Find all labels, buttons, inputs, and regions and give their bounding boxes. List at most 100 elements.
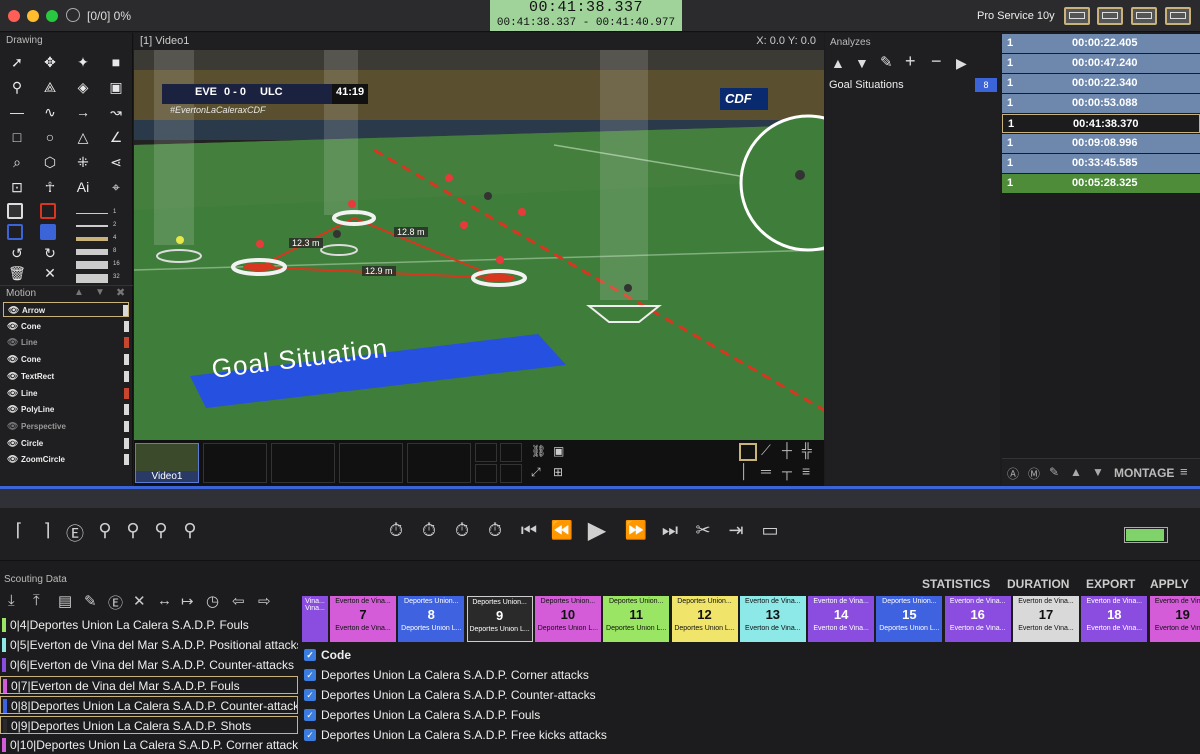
mark-in-icon[interactable]: ⌈ [6,520,32,541]
event-box-icon[interactable]: Ⓔ [108,592,123,613]
line-width-option[interactable] [76,236,108,242]
code-checkbox-row[interactable]: ✓ Deportes Union La Calera S.A.D.P. Fouls [304,705,540,725]
checkbox-icon[interactable]: ✓ [304,669,316,681]
clip-time-row[interactable]: 1 00:00:22.405 [1002,34,1200,53]
manual-icon[interactable]: Ⓜ [1028,465,1040,482]
prev-arrow-icon[interactable]: ⇦ [232,592,245,610]
stopwatch-8-icon[interactable]: ⏱ [449,520,475,541]
scouting-row[interactable]: 0|8|Deportes Union La Calera S.A.D.P. Co… [0,696,298,714]
split-vertical-icon[interactable]: │ [740,463,749,479]
next-arrow-icon[interactable]: ⇨ [258,592,271,610]
line-width-option[interactable] [76,273,108,283]
formation-icon[interactable]: ⁜ [72,152,94,172]
motion-item[interactable]: 👁 Arrow [3,302,129,317]
motion-up-icon[interactable]: ▲ [74,287,84,298]
code-card[interactable]: Deportes Union... 15 Deportes Union L... [876,596,943,642]
upload-icon[interactable]: ⤒ [33,592,40,609]
remove-analysis-icon[interactable]: − [931,51,942,72]
code-card[interactable]: Everton de Vina... 16 Everton de Vina... [944,596,1011,642]
code-card[interactable]: Deportes Union... 11 Deportes Union L... [603,596,670,642]
edit-icon[interactable]: ✎ [84,592,97,610]
motion-color-swatch[interactable] [124,404,129,416]
line-width-option[interactable] [76,224,108,228]
player-icon[interactable]: ☥ [39,177,61,197]
play-analysis-icon[interactable]: ▶ [956,55,967,72]
split-rows-icon[interactable]: ≡ [802,463,810,479]
add-icon[interactable]: ⊞ [553,465,563,479]
move-up-icon[interactable]: ▲ [831,55,845,71]
trash-icon[interactable]: 🗑 [6,263,28,283]
split-3-icon[interactable]: ┬ [782,463,792,479]
clip-time-row[interactable]: 1 00:33:45.585 [1002,154,1200,173]
motion-item[interactable]: 👁 Cone [3,319,129,334]
zoom-frame-icon[interactable]: ⌖ [105,177,127,197]
grid-cell[interactable] [500,443,522,462]
undo-icon[interactable]: ↺ [6,243,28,263]
motion-delete-icon[interactable]: ✖ [116,286,125,299]
circle-icon[interactable]: ○ [39,127,61,147]
thumbnail-empty-slot[interactable] [339,443,403,483]
single-view-button[interactable] [739,443,757,461]
perspective-icon[interactable]: ⟁ [39,77,61,97]
delete-icon[interactable]: ✕ [133,592,146,610]
scissors-icon[interactable]: ✂ [690,520,716,541]
pin-pause-icon[interactable]: ⚲ [177,520,203,541]
volume-meter[interactable] [1124,527,1168,543]
motion-color-swatch[interactable] [124,354,129,366]
code-card[interactable]: Everton de Vina... 13 Everton de Vina... [739,596,806,642]
montage-label[interactable]: MONTAGE [1114,466,1174,480]
add-analysis-icon[interactable]: + [905,51,916,72]
text-icon[interactable]: Ai [72,177,94,197]
clip-up-icon[interactable]: ▲ [1070,465,1082,479]
checkbox-icon[interactable]: ✓ [304,689,316,701]
fill-white-swatch[interactable] [7,203,23,219]
grid-9-icon[interactable]: ╬ [802,442,812,458]
timeline-progress[interactable] [0,486,1200,508]
grid-cell[interactable] [475,464,497,483]
sparkle-icon[interactable]: ✦ [72,52,94,72]
motion-item[interactable]: 👁 PolyLine [3,402,129,417]
motion-color-swatch[interactable] [124,320,129,332]
motion-item[interactable]: 👁 Cone [3,352,129,367]
skip-forward-icon[interactable]: ⏭ [657,520,683,541]
thumbnail-video1[interactable]: Video1 [135,443,199,483]
clip-time-row[interactable]: 1 00:00:53.088 [1002,94,1200,113]
image-icon[interactable]: ▣ [553,444,564,458]
stopwatch-4-icon[interactable]: ⏱ [482,520,508,541]
motion-color-swatch[interactable] [124,387,129,399]
eye-icon[interactable]: 👁 [7,402,18,417]
scouting-row[interactable]: 0|9|Deportes Union La Calera S.A.D.P. Sh… [0,716,298,734]
code-header-row[interactable]: ✓ Code [304,645,351,665]
edit-pencil-icon[interactable]: ✎ [880,53,893,71]
clock-icon[interactable]: ◷ [206,592,219,610]
scouting-row[interactable]: 0|5|Everton de Vina del Mar S.A.D.P. Pos… [0,636,298,654]
motion-item[interactable]: 👁 Perspective [3,419,129,434]
scouting-row[interactable]: 0|4|Deportes Union La Calera S.A.D.P. Fo… [0,616,298,634]
text-rect-icon[interactable]: ⊡ [6,177,28,197]
code-checkbox-row[interactable]: ✓ Deportes Union La Calera S.A.D.P. Count… [304,685,596,705]
link-icon[interactable]: ⛓ [531,444,546,458]
duration-button[interactable]: DURATION [1007,577,1069,591]
checkbox-icon[interactable]: ✓ [304,709,316,721]
clip-time-row[interactable]: 1 00:05:28.325 [1002,174,1200,193]
angle-icon[interactable]: ∠ [105,127,127,147]
square-outline-icon[interactable]: ▣ [105,77,127,97]
menu-icon[interactable]: ≡ [1180,464,1188,479]
clear-icon[interactable]: ✕ [39,263,61,283]
clip-down-icon[interactable]: ▼ [1092,465,1104,479]
fill-square-icon[interactable]: ■ [105,52,127,72]
eye-hidden-icon[interactable]: 👁 [7,419,18,434]
polygon-icon[interactable]: ⬡ [39,152,61,172]
motion-color-swatch[interactable] [124,370,129,382]
code-card[interactable]: Everton de Vina... 19 Everton de Vina... [1149,596,1200,642]
clip-time-row[interactable]: 1 00:00:47.240 [1002,54,1200,73]
fullscreen-icon[interactable]: ⤢ [531,465,541,480]
code-card[interactable]: Everton de Vina... 17 Everton de Vina... [1013,596,1079,642]
layout-4-button[interactable] [1165,7,1191,25]
magnify-icon[interactable]: ⌕ [6,152,28,172]
move-down-icon[interactable]: ▼ [855,55,869,71]
code-card[interactable]: Everton de Vina... 14 Everton de Vina... [808,596,875,642]
analysis-item[interactable]: Goal Situations 8 [825,77,1000,94]
clip-time-row[interactable]: 1 00:41:38.370 [1002,114,1200,133]
close-window-button[interactable] [8,10,20,22]
